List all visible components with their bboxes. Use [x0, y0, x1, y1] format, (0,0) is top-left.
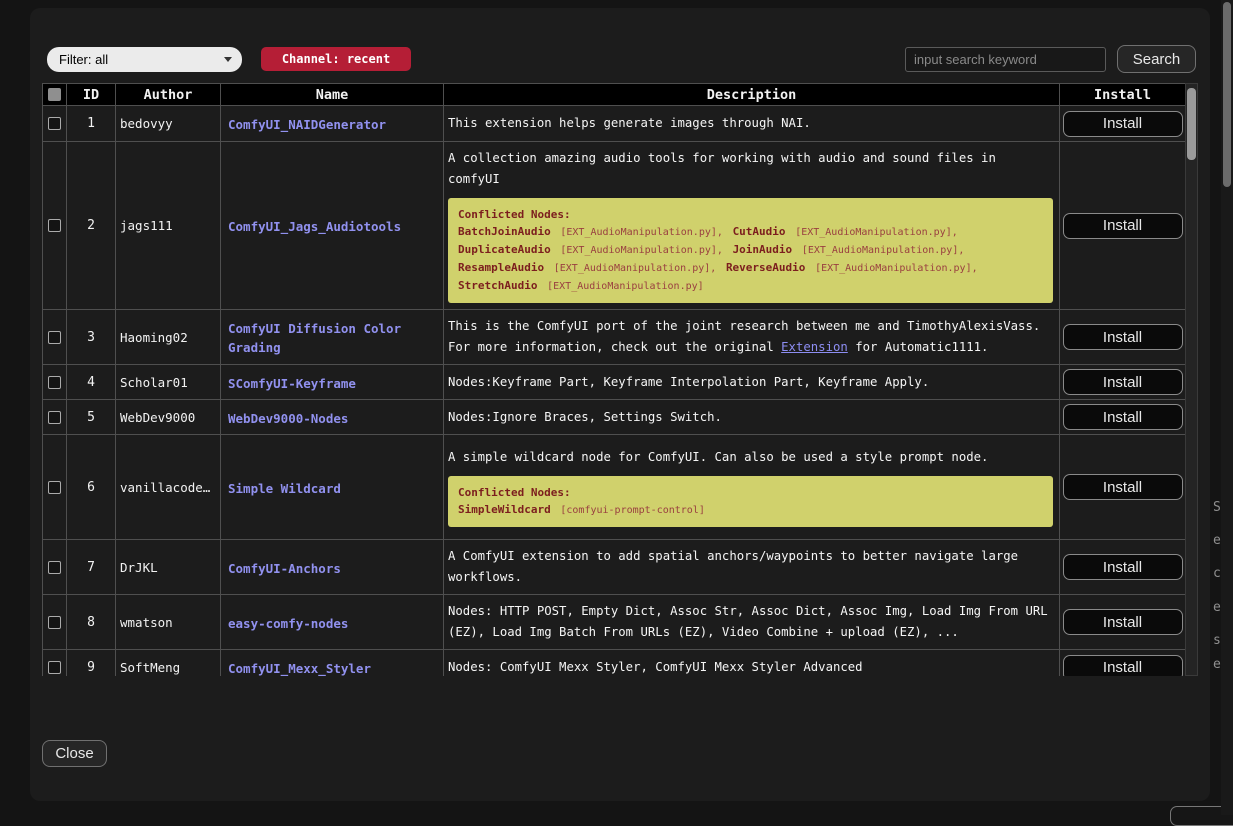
row-checkbox[interactable]	[48, 561, 61, 574]
row-author: wmatson	[116, 595, 221, 650]
filter-select[interactable]: Filter: all	[47, 47, 242, 72]
table-row: 2 jags111 ComfyUI_Jags_Audiotools A coll…	[43, 142, 1186, 310]
row-author: SoftMeng	[116, 650, 221, 677]
search-input[interactable]	[905, 47, 1106, 72]
row-id: 4	[67, 365, 116, 400]
table-row: 3 Haoming02 ComfyUI Diffusion Color Grad…	[43, 310, 1186, 365]
row-description: Nodes:Keyframe Part, Keyframe Interpolat…	[444, 365, 1060, 400]
conflicted-nodes-box: Conflicted Nodes: BatchJoinAudio [EXT_Au…	[448, 198, 1053, 303]
dropdown-caret-icon	[224, 57, 232, 62]
background-text-fragment: e	[1213, 657, 1221, 672]
row-id: 9	[67, 650, 116, 677]
row-id: 1	[67, 106, 116, 142]
channel-badge: Channel: recent	[261, 47, 411, 71]
nodes-table-wrap: ID Author Name Description Install 1 bed…	[42, 83, 1198, 676]
row-id: 8	[67, 595, 116, 650]
row-id: 5	[67, 400, 116, 435]
page-scrollbar-thumb[interactable]	[1223, 2, 1231, 187]
node-name-link[interactable]: ComfyUI_NAIDGenerator	[228, 117, 386, 132]
background-text-fragment: c	[1213, 566, 1221, 581]
search-button[interactable]: Search	[1117, 45, 1196, 73]
node-name-link[interactable]: ComfyUI Diffusion Color Grading	[228, 321, 401, 355]
install-button[interactable]: Install	[1063, 404, 1183, 430]
row-id: 3	[67, 310, 116, 365]
table-row: 9 SoftMeng ComfyUI_Mexx_Styler Nodes: Co…	[43, 650, 1186, 677]
install-button[interactable]: Install	[1063, 324, 1183, 350]
row-description: A simple wildcard node for ComfyUI. Can …	[444, 435, 1060, 540]
row-author: vanillacode…	[116, 435, 221, 540]
row-description: This extension helps generate images thr…	[444, 106, 1060, 142]
close-button[interactable]: Close	[42, 740, 107, 767]
row-checkbox[interactable]	[48, 616, 61, 629]
row-id: 2	[67, 142, 116, 310]
background-text-fragment: e	[1213, 600, 1221, 615]
conflict-title: Conflicted Nodes:	[458, 485, 1043, 500]
header-description: Description	[444, 84, 1060, 106]
table-row: 8 wmatson easy-comfy-nodes Nodes: HTTP P…	[43, 595, 1186, 650]
background-text-fragment: S	[1213, 500, 1221, 515]
row-checkbox[interactable]	[48, 481, 61, 494]
node-name-link[interactable]: SComfyUI-Keyframe	[228, 376, 356, 391]
table-header-row: ID Author Name Description Install	[43, 84, 1186, 106]
row-checkbox[interactable]	[48, 117, 61, 130]
row-description: A ComfyUI extension to add spatial ancho…	[444, 540, 1060, 595]
row-author: WebDev9000	[116, 400, 221, 435]
node-name-link[interactable]: WebDev9000-Nodes	[228, 411, 348, 426]
header-install: Install	[1060, 84, 1186, 106]
row-checkbox[interactable]	[48, 376, 61, 389]
install-button[interactable]: Install	[1063, 111, 1183, 137]
row-author: Haoming02	[116, 310, 221, 365]
select-all-checkbox[interactable]	[48, 88, 61, 101]
install-button[interactable]: Install	[1063, 369, 1183, 395]
custom-nodes-table: ID Author Name Description Install 1 bed…	[42, 83, 1186, 676]
background-text-fragment: s	[1213, 633, 1221, 648]
table-scrollbar[interactable]	[1185, 83, 1198, 676]
table-row: 6 vanillacode… Simple Wildcard A simple …	[43, 435, 1186, 540]
extension-link[interactable]: Extension	[781, 340, 848, 354]
install-button[interactable]: Install	[1063, 213, 1183, 239]
background-text-fragment: e	[1213, 533, 1221, 548]
conflict-title: Conflicted Nodes:	[458, 207, 1043, 222]
node-name-link[interactable]: ComfyUI_Jags_Audiotools	[228, 219, 401, 234]
install-button[interactable]: Install	[1063, 609, 1183, 635]
row-checkbox[interactable]	[48, 219, 61, 232]
row-id: 7	[67, 540, 116, 595]
row-description: A collection amazing audio tools for wor…	[444, 142, 1060, 310]
row-author: Scholar01	[116, 365, 221, 400]
row-author: DrJKL	[116, 540, 221, 595]
header-name: Name	[221, 84, 444, 106]
row-author: bedovyy	[116, 106, 221, 142]
page-scrollbar[interactable]	[1221, 0, 1233, 815]
row-author: jags111	[116, 142, 221, 310]
node-name-link[interactable]: Simple Wildcard	[228, 481, 341, 496]
row-checkbox[interactable]	[48, 411, 61, 424]
node-name-link[interactable]: ComfyUI-Anchors	[228, 561, 341, 576]
row-id: 6	[67, 435, 116, 540]
header-id: ID	[67, 84, 116, 106]
row-description: Nodes:Ignore Braces, Settings Switch.	[444, 400, 1060, 435]
table-scrollbar-thumb[interactable]	[1187, 88, 1196, 160]
row-checkbox[interactable]	[48, 331, 61, 344]
node-name-link[interactable]: ComfyUI_Mexx_Styler	[228, 661, 371, 676]
filter-select-value: Filter: all	[59, 52, 108, 67]
custom-nodes-dialog: Filter: all Channel: recent Search ID Au…	[30, 8, 1210, 801]
header-author: Author	[116, 84, 221, 106]
row-description: Nodes: HTTP POST, Empty Dict, Assoc Str,…	[444, 595, 1060, 650]
table-row: 4 Scholar01 SComfyUI-Keyframe Nodes:Keyf…	[43, 365, 1186, 400]
row-description: Nodes: ComfyUI Mexx Styler, ComfyUI Mexx…	[444, 650, 1060, 677]
table-row: 1 bedovyy ComfyUI_NAIDGenerator This ext…	[43, 106, 1186, 142]
install-button[interactable]: Install	[1063, 474, 1183, 500]
row-checkbox[interactable]	[48, 661, 61, 674]
table-row: 5 WebDev9000 WebDev9000-Nodes Nodes:Igno…	[43, 400, 1186, 435]
install-button[interactable]: Install	[1063, 554, 1183, 580]
conflicted-nodes-box: Conflicted Nodes: SimpleWildcard [comfyu…	[448, 476, 1053, 527]
node-name-link[interactable]: easy-comfy-nodes	[228, 616, 348, 631]
install-button[interactable]: Install	[1063, 655, 1183, 677]
table-row: 7 DrJKL ComfyUI-Anchors A ComfyUI extens…	[43, 540, 1186, 595]
row-description: This is the ComfyUI port of the joint re…	[444, 310, 1060, 365]
